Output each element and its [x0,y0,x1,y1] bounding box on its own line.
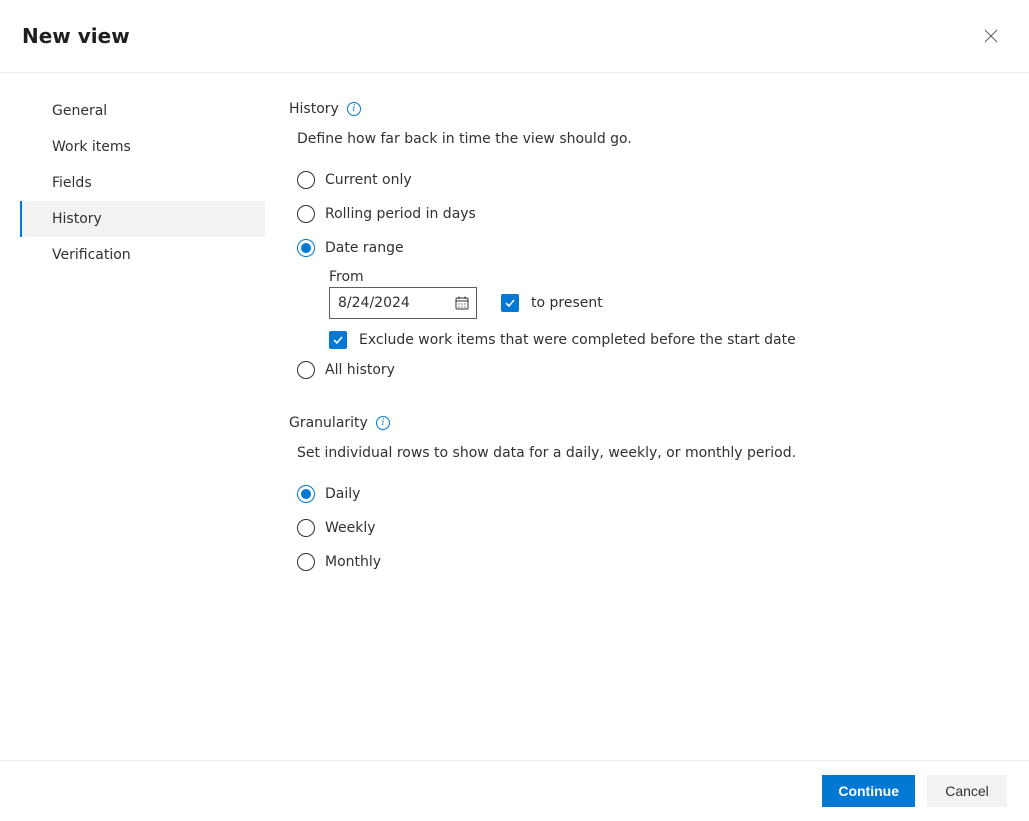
radio-label: Date range [325,240,404,256]
radio-label: Weekly [325,520,376,536]
info-icon[interactable]: i [376,416,390,430]
to-present-row[interactable]: to present [501,294,603,312]
exclude-row[interactable]: Exclude work items that were completed b… [329,331,1009,349]
radio-input[interactable] [297,171,315,189]
history-description: Define how far back in time the view sho… [297,131,1009,147]
sidebar-item-verification[interactable]: Verification [20,237,265,273]
sidebar-item-label: Verification [52,247,131,263]
radio-input[interactable] [297,205,315,223]
radio-daily[interactable]: Daily [297,477,1009,511]
sidebar-item-fields[interactable]: Fields [20,165,265,201]
content-area: History i Define how far back in time th… [265,93,1029,579]
from-date-value: 8/24/2024 [338,295,410,311]
dialog-footer: Continue Cancel [0,760,1029,821]
exclude-checkbox[interactable] [329,331,347,349]
sidebar-item-general[interactable]: General [20,93,265,129]
to-present-checkbox[interactable] [501,294,519,312]
radio-current-only[interactable]: Current only [297,163,1009,197]
sidebar-item-label: Fields [52,175,92,191]
exclude-label: Exclude work items that were completed b… [359,332,796,348]
radio-label: Rolling period in days [325,206,476,222]
radio-input[interactable] [297,239,315,257]
section-title: Granularity [289,415,368,431]
radio-label: Monthly [325,554,381,570]
radio-monthly[interactable]: Monthly [297,545,1009,579]
radio-input[interactable] [297,485,315,503]
sidebar-item-label: General [52,103,107,119]
radio-label: Current only [325,172,412,188]
granularity-section: Granularity i Set individual rows to sho… [289,415,1009,579]
radio-weekly[interactable]: Weekly [297,511,1009,545]
radio-input[interactable] [297,361,315,379]
to-present-label: to present [531,295,603,311]
radio-rolling-period[interactable]: Rolling period in days [297,197,1009,231]
radio-input[interactable] [297,553,315,571]
sidebar-item-history[interactable]: History [20,201,265,237]
check-icon [332,334,344,346]
dialog-body: General Work items Fields History Verifi… [0,73,1029,579]
page-title: New view [22,24,130,48]
from-label: From [329,269,1009,285]
radio-label: Daily [325,486,360,502]
sidebar-item-label: History [52,211,102,227]
radio-label: All history [325,362,395,378]
dialog-header: New view [0,0,1029,73]
sidebar-item-work-items[interactable]: Work items [20,129,265,165]
from-date-input[interactable]: 8/24/2024 [329,287,477,319]
radio-all-history[interactable]: All history [297,353,1009,387]
calendar-icon[interactable] [454,295,470,311]
history-title-row: History i [289,101,1009,117]
radio-date-range[interactable]: Date range [297,231,1009,265]
continue-button[interactable]: Continue [822,775,915,807]
date-range-subsection: From 8/24/2024 [329,269,1009,349]
sidebar-item-label: Work items [52,139,131,155]
info-icon[interactable]: i [347,102,361,116]
from-row: 8/24/2024 [329,287,1009,319]
cancel-button[interactable]: Cancel [927,775,1007,807]
close-icon [984,29,998,43]
section-title: History [289,101,339,117]
radio-input[interactable] [297,519,315,537]
check-icon [504,297,516,309]
close-button[interactable] [975,20,1007,52]
granularity-description: Set individual rows to show data for a d… [297,445,1009,461]
granularity-title-row: Granularity i [289,415,1009,431]
sidebar: General Work items Fields History Verifi… [0,93,265,579]
